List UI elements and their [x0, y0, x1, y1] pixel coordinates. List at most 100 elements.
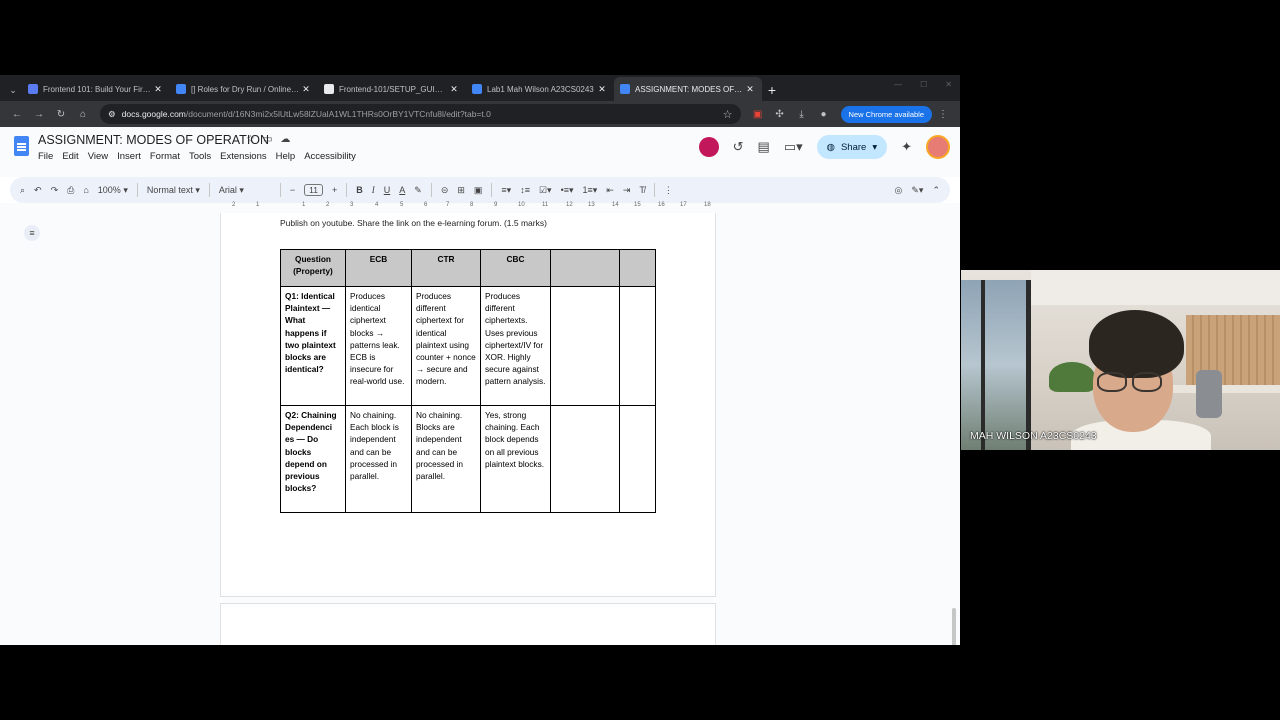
table-cell[interactable]: Produces identical ciphertext blocks → p…: [345, 286, 412, 406]
table-cell[interactable]: [550, 286, 620, 406]
table-cell[interactable]: [550, 405, 620, 513]
header-cell[interactable]: Question (Property): [280, 249, 346, 287]
docs-logo-icon[interactable]: [14, 136, 29, 156]
home-icon[interactable]: ⌂: [72, 109, 94, 120]
chrome-menu-icon[interactable]: ⋮: [932, 109, 954, 120]
line-spacing-icon[interactable]: ↕≡: [520, 185, 530, 195]
decrease-indent-icon[interactable]: ⇤: [606, 185, 614, 196]
browser-tab[interactable]: Lab1 Mah Wilson A23CS0243 ✕: [466, 77, 614, 101]
table-cell[interactable]: Produces different ciphertexts. Uses pre…: [480, 286, 551, 406]
print-icon[interactable]: ⎙: [67, 185, 74, 196]
paint-format-icon[interactable]: ⌂: [83, 185, 88, 195]
zoom-select[interactable]: 100% ▾: [98, 185, 128, 196]
checklist-icon[interactable]: ☑▾: [539, 185, 552, 196]
star-icon[interactable]: ☆: [246, 134, 255, 145]
profile-icon[interactable]: ●: [813, 109, 835, 120]
menu-item-accessibility[interactable]: Accessibility: [304, 151, 356, 162]
insert-image-icon[interactable]: ▣: [474, 185, 483, 196]
table-cell[interactable]: Produces different ciphertext for identi…: [411, 286, 481, 406]
minimize-icon[interactable]: —: [894, 80, 902, 89]
bold-icon[interactable]: B: [356, 185, 363, 195]
header-cell[interactable]: [550, 249, 620, 287]
extensions-puzzle-icon[interactable]: ✣: [769, 109, 791, 120]
search-menus-icon[interactable]: ⌕: [20, 185, 25, 196]
reload-icon[interactable]: ↻: [50, 109, 72, 120]
new-tab-button[interactable]: +: [762, 79, 782, 101]
font-select[interactable]: Arial ▾: [219, 185, 271, 196]
close-window-icon[interactable]: ✕: [945, 80, 952, 89]
menu-item-extensions[interactable]: Extensions: [220, 151, 266, 162]
download-icon[interactable]: ⤓: [791, 109, 813, 120]
header-cell[interactable]: [619, 249, 656, 287]
share-dropdown-icon[interactable]: ▾: [872, 142, 877, 153]
table-cell[interactable]: No chaining. Blocks are independent and …: [411, 405, 481, 513]
highlight-icon[interactable]: ✎: [414, 185, 422, 196]
chrome-update-button[interactable]: New Chrome available: [840, 105, 932, 123]
browser-tab[interactable]: Frontend 101: Build Your First ... ✕: [22, 77, 170, 101]
redo-icon[interactable]: ↷: [51, 185, 59, 196]
tab-close-icon[interactable]: ✕: [152, 84, 164, 95]
document-title[interactable]: ASSIGNMENT: MODES OF OPERATION: [38, 133, 269, 147]
avatar[interactable]: [926, 135, 950, 159]
browser-tab[interactable]: Frontend-101/SETUP_GUIDE.m...✕: [318, 77, 466, 101]
browser-tab[interactable]: [] Roles for Dry Run / Online V... ✕: [170, 77, 318, 101]
tab-search-icon[interactable]: ⌄: [4, 79, 22, 101]
menu-item-edit[interactable]: Edit: [62, 151, 78, 162]
editing-mode-icon[interactable]: ✎▾: [911, 185, 923, 196]
collapse-menus-icon[interactable]: ⌃: [932, 185, 940, 196]
font-size-input[interactable]: 11: [304, 184, 323, 196]
outline-icon[interactable]: ≡: [24, 225, 40, 241]
increase-indent-icon[interactable]: ⇥: [623, 185, 631, 196]
style-select[interactable]: Normal text ▾: [147, 185, 200, 196]
add-comment-icon[interactable]: ⊞: [457, 185, 465, 196]
clear-formatting-icon[interactable]: T̸: [639, 185, 645, 195]
numbered-list-icon[interactable]: 1≡▾: [582, 185, 597, 196]
header-cell[interactable]: ECB: [345, 249, 412, 287]
table-cell[interactable]: Q1: Identical Plaintext — What happens i…: [280, 286, 346, 406]
menu-item-tools[interactable]: Tools: [189, 151, 211, 162]
align-icon[interactable]: ≡▾: [501, 185, 511, 196]
comments-icon[interactable]: ▤: [758, 139, 770, 155]
url-input[interactable]: ⚙ docs.google.com/document/d/16N3mi2x5lU…: [100, 104, 741, 124]
back-icon[interactable]: ←: [6, 109, 28, 120]
menu-item-file[interactable]: File: [38, 151, 53, 162]
gemini-icon[interactable]: ✦: [901, 139, 912, 155]
table-cell[interactable]: [619, 405, 656, 513]
tab-close-icon[interactable]: ✕: [448, 84, 460, 95]
tab-close-icon[interactable]: ✕: [300, 84, 312, 95]
tab-close-icon[interactable]: ✕: [744, 84, 756, 95]
share-button[interactable]: ◍ Share ▾: [816, 135, 888, 159]
maximize-icon[interactable]: ☐: [920, 80, 927, 89]
more-options-icon[interactable]: ⋮: [664, 185, 673, 196]
recording-icon[interactable]: [698, 137, 719, 157]
document-page[interactable]: Publish on youtube. Share the link on th…: [220, 213, 716, 597]
forward-icon[interactable]: →: [28, 109, 50, 120]
header-cell[interactable]: CTR: [411, 249, 481, 287]
insert-link-icon[interactable]: ⊝: [441, 185, 449, 196]
underline-icon[interactable]: U: [384, 185, 391, 195]
scrollbar-thumb[interactable]: [952, 608, 956, 645]
focus-mode-icon[interactable]: ◎: [895, 185, 903, 196]
undo-icon[interactable]: ↶: [34, 185, 42, 196]
version-history-icon[interactable]: ↺: [733, 139, 744, 155]
menu-item-help[interactable]: Help: [276, 151, 296, 162]
table-cell[interactable]: No chaining. Each block is independent a…: [345, 405, 412, 513]
italic-icon[interactable]: I: [372, 185, 375, 195]
modes-table[interactable]: Question (Property) ECB CTR CBC Q1: Iden…: [280, 249, 656, 513]
table-cell[interactable]: Yes, strong chaining. Each block depends…: [480, 405, 551, 513]
decrease-font-size-icon[interactable]: −: [290, 185, 295, 195]
menu-item-insert[interactable]: Insert: [117, 151, 141, 162]
horizontal-ruler[interactable]: 2 1 1 2 3 4 5 6 7 8 9 10 11 12 13 14 15 16 17 18: [220, 202, 716, 211]
table-cell[interactable]: Q2: Chaining Dependenci es — Do blocks d…: [280, 405, 346, 513]
tab-close-icon[interactable]: ✕: [596, 84, 608, 95]
table-cell[interactable]: [619, 286, 656, 406]
site-info-icon[interactable]: ⚙: [108, 109, 116, 120]
text-color-icon[interactable]: A: [399, 185, 405, 195]
cloud-status-icon[interactable]: ☁: [280, 134, 290, 145]
move-folder-icon[interactable]: ▭: [263, 134, 272, 145]
menu-item-format[interactable]: Format: [150, 151, 180, 162]
browser-tab[interactable]: ASSIGNMENT: MODES OF OPE...✕: [614, 77, 762, 101]
bulleted-list-icon[interactable]: •≡▾: [561, 185, 574, 196]
meet-icon[interactable]: ▭▾: [784, 139, 803, 155]
menu-item-view[interactable]: View: [88, 151, 108, 162]
